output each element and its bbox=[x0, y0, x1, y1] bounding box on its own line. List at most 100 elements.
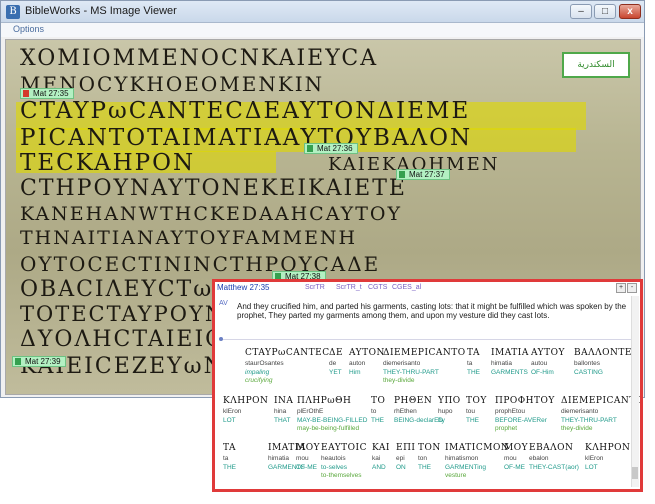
greek-word-text: TOY bbox=[466, 396, 487, 406]
gloss: to-selves bbox=[321, 464, 348, 471]
greek-word-text: MOY bbox=[296, 443, 321, 453]
greek-word-text: TON bbox=[418, 443, 441, 453]
greek-word[interactable]: CTAYPωCANTEC staurOsantes impaling crucifyi… bbox=[245, 348, 330, 384]
greek-word-text: EBAΛON bbox=[529, 443, 574, 453]
greek-word[interactable]: IMATIA himatia GARMENTS bbox=[491, 348, 529, 377]
zoom-in-button[interactable]: + bbox=[616, 283, 626, 293]
version-tab-cgts[interactable]: CGTS bbox=[368, 284, 387, 291]
greek-word[interactable]: TO to THE bbox=[371, 396, 385, 425]
transliteration: ton bbox=[418, 455, 428, 462]
gloss-alt: vesture bbox=[445, 472, 467, 479]
gloss: THE bbox=[467, 369, 480, 376]
manuscript-line: XOMIOMMENOCNKAIEYCA bbox=[20, 46, 379, 71]
verse-tag-mat-27-39[interactable]: Mat 27:39 bbox=[12, 356, 66, 367]
transliteration: ballontes bbox=[574, 360, 601, 367]
greek-word-text: EAYTOIC bbox=[321, 443, 367, 453]
gloss: THE bbox=[223, 464, 236, 471]
verse-tag-mat-27-35[interactable]: Mat 27:35 bbox=[20, 88, 74, 99]
gloss: BEFORE-AVERer bbox=[495, 417, 547, 424]
greek-word[interactable]: KΛHPON klEron LOT bbox=[585, 443, 630, 472]
transliteration: mou bbox=[296, 455, 309, 462]
transliteration: ta bbox=[223, 455, 229, 462]
transliteration: kai bbox=[372, 455, 381, 462]
verse-divider bbox=[219, 337, 631, 341]
greek-word-text: TA bbox=[223, 443, 237, 453]
greek-word[interactable]: AYTOY autou OF-Him bbox=[531, 348, 565, 377]
gloss: THEY-CAST(aor) bbox=[529, 464, 579, 471]
greek-word[interactable]: AYTON auton Him bbox=[349, 348, 385, 377]
greek-word[interactable]: ΔIEMEPICANTO diemerisanto THEY-THRU-PART th… bbox=[383, 348, 466, 384]
greek-word[interactable]: TON ton THE bbox=[418, 443, 441, 472]
transliteration: diemerisanto bbox=[383, 360, 421, 367]
manuscript-line: CTAYPωCANTECΔEAYTONΔIEME bbox=[20, 98, 471, 124]
greek-word-text: IMATIA bbox=[491, 348, 529, 358]
greek-word-text: ΔE bbox=[329, 348, 344, 358]
gloss: MAY-BE-BEING-FILLED bbox=[297, 417, 368, 424]
greek-word[interactable]: ΔE de YET bbox=[329, 348, 343, 377]
greek-word[interactable]: PHΘEN rhEthen BEING-declarED bbox=[394, 396, 443, 425]
greek-word[interactable]: ΠPOΦHTOY prophEtou BEFORE-AVERer prophet bbox=[495, 396, 555, 432]
greek-word[interactable]: YΠO hupo by bbox=[438, 396, 461, 425]
close-button[interactable]: x bbox=[619, 4, 641, 19]
english-verse-text: And they crucified him, and parted his g… bbox=[237, 302, 627, 320]
transliteration: heautois bbox=[321, 455, 346, 462]
manuscript-line: PICANTOTAIMATIAAYTOYBAΛON bbox=[20, 125, 473, 151]
version-tab-cges-al[interactable]: CGES_al bbox=[392, 284, 421, 291]
gloss: THE bbox=[418, 464, 431, 471]
gloss: CASTING bbox=[574, 369, 603, 376]
transliteration: klEron bbox=[223, 408, 242, 415]
greek-word[interactable]: TA ta THE bbox=[467, 348, 480, 377]
verse-tag-mat-27-37[interactable]: Mat 27:37 bbox=[396, 169, 450, 180]
greek-word[interactable]: BAΛΛONTEC ballontes CASTING bbox=[574, 348, 639, 377]
gloss: by bbox=[438, 417, 445, 424]
greek-row: TA ta THE IMATIA himatia GARMENTS MOY mou OF-ME E… bbox=[223, 443, 631, 489]
transliteration: epi bbox=[396, 455, 405, 462]
manuscript-line: KANEHANWTHCKEDAAHCAYTOY bbox=[20, 203, 402, 225]
menu-options[interactable]: Options bbox=[13, 24, 44, 34]
greek-row: CTAYPωCANTEC staurOsantes impaling crucifyi… bbox=[223, 348, 639, 398]
greek-word[interactable]: MOY mou OF-ME bbox=[296, 443, 320, 472]
transliteration: auton bbox=[349, 360, 366, 367]
greek-word[interactable]: EBAΛON ebalon THEY-CAST(aor) bbox=[529, 443, 579, 472]
greek-word[interactable]: TA ta THE bbox=[223, 443, 236, 472]
manuscript-line: TECKAHPON bbox=[20, 150, 196, 176]
transliteration: hina bbox=[274, 408, 287, 415]
gloss-alt: prophet bbox=[495, 425, 518, 432]
gloss: impaling bbox=[245, 369, 270, 376]
greek-word-text: CTAYPωCANTEC bbox=[245, 348, 330, 358]
version-tab-scrtr[interactable]: ScrTR bbox=[305, 284, 325, 291]
transliteration: ta bbox=[467, 360, 473, 367]
zoom-out-button[interactable]: - bbox=[627, 283, 637, 293]
verse-tag-mat-27-36[interactable]: Mat 27:36 bbox=[304, 143, 358, 154]
maximize-button[interactable]: □ bbox=[594, 4, 616, 19]
greek-word[interactable]: EAYTOIC heautois to-selves to-themselves bbox=[321, 443, 367, 479]
greek-word[interactable]: TOY tou THE bbox=[466, 396, 487, 425]
greek-word[interactable]: INA hina THAT bbox=[274, 396, 293, 425]
greek-word[interactable]: KΛHPON klEron LOT bbox=[223, 396, 268, 425]
scrollbar-thumb[interactable] bbox=[632, 467, 638, 479]
gloss: OF-ME bbox=[504, 464, 525, 471]
greek-word-text: TA bbox=[467, 348, 481, 358]
transliteration: hupo bbox=[438, 408, 453, 415]
gloss: THAT bbox=[274, 417, 291, 424]
menu-bar: Options bbox=[1, 23, 644, 37]
gloss: AND bbox=[372, 464, 386, 471]
gloss: LOT bbox=[223, 417, 236, 424]
transliteration: autou bbox=[531, 360, 548, 367]
greek-word[interactable]: ΠΛHPωΘH plErOthE MAY-BE-BEING-FILLED may-be… bbox=[297, 396, 367, 432]
verse-panel-scrollbar[interactable] bbox=[631, 296, 639, 487]
version-tab-scrtr-t[interactable]: ScrTR_t bbox=[336, 284, 362, 291]
title-bar[interactable]: B BibleWorks - MS Image Viewer – □ x bbox=[1, 1, 644, 23]
greek-word-text: BAΛΛONTEC bbox=[574, 348, 640, 358]
greek-word[interactable]: EΠI epi ON bbox=[396, 443, 415, 472]
greek-word-text: INA bbox=[274, 396, 294, 406]
greek-word-text: KΛHPON bbox=[585, 443, 631, 453]
minimize-button[interactable]: – bbox=[570, 4, 592, 19]
greek-word[interactable]: IMATICMON himatismon GARMENTing vesture bbox=[445, 443, 509, 479]
bibleworks-app-icon: B bbox=[6, 5, 20, 19]
gloss: YET bbox=[329, 369, 342, 376]
gloss-alt: to-themselves bbox=[321, 472, 362, 479]
gloss: THE bbox=[466, 417, 479, 424]
greek-word[interactable]: KAI kai AND bbox=[372, 443, 390, 472]
greek-word[interactable]: MOY mou OF-ME bbox=[504, 443, 528, 472]
